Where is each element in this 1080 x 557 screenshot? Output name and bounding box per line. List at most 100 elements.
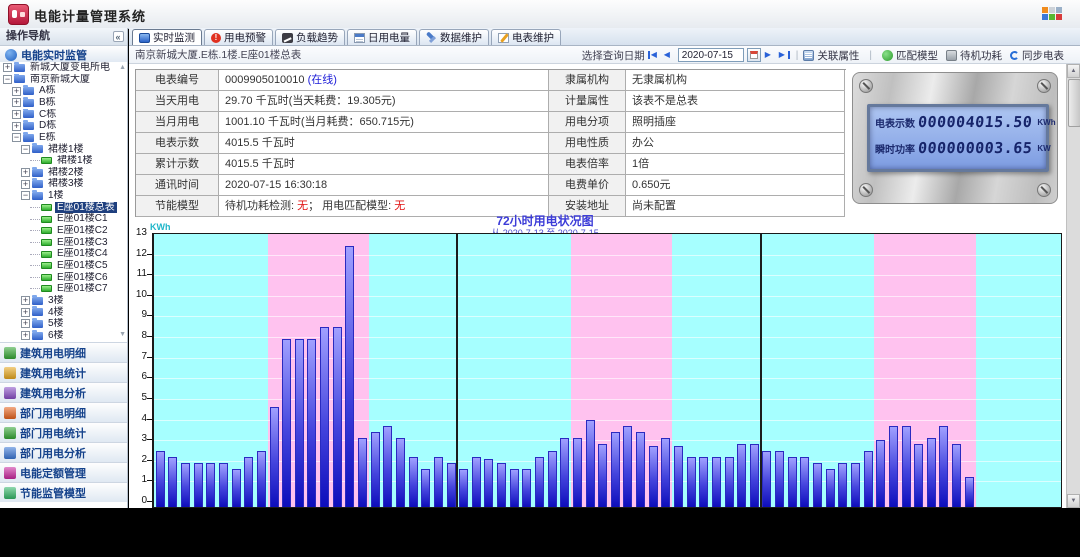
expand-icon[interactable]: + xyxy=(12,87,21,96)
screw-icon xyxy=(859,183,873,197)
y-tick-label: 1 xyxy=(131,474,147,485)
waffle-cell xyxy=(1056,14,1062,20)
date-input[interactable] xyxy=(678,48,744,62)
expand-icon[interactable]: + xyxy=(12,122,21,131)
first-date-button[interactable] xyxy=(648,50,660,60)
waffle-cell xyxy=(1049,7,1055,13)
tree-item-E座01楼C5[interactable]: E座01楼C5 xyxy=(0,260,127,272)
expand-icon[interactable]: + xyxy=(21,308,30,317)
expand-icon[interactable]: + xyxy=(21,319,30,328)
bar-2020-7-14-h19 xyxy=(699,457,708,507)
tree-connector xyxy=(30,160,40,161)
apps-grid-icon[interactable] xyxy=(1042,7,1062,20)
collapse-icon[interactable]: − xyxy=(12,133,21,142)
sidebar-sections: 建筑用电明细建筑用电统计建筑用电分析部门用电明细部门用电统计部门用电分析电能定额… xyxy=(0,342,127,502)
bar-2020-7-14-h11 xyxy=(598,444,607,507)
lcd-label: 瞬时功率 xyxy=(875,141,915,156)
sidebar-section-电能定额管理[interactable]: 电能定额管理 xyxy=(0,462,127,482)
collapse-icon[interactable]: − xyxy=(21,191,30,200)
bar-2020-7-14-h8 xyxy=(560,438,569,507)
scroll-up-icon[interactable]: ▲ xyxy=(1067,64,1080,78)
tree-item-E座01楼C2[interactable]: E座01楼C2 xyxy=(0,225,127,237)
tree-item-E座01楼C6[interactable]: E座01楼C6 xyxy=(0,272,127,284)
prev-date-button[interactable] xyxy=(663,50,675,60)
action-sync-button[interactable]: 同步电表 xyxy=(1010,48,1064,63)
sidebar-section-建筑用电分析[interactable]: 建筑用电分析 xyxy=(0,382,127,402)
expand-icon[interactable]: + xyxy=(21,168,30,177)
tree-item-裙楼1楼[interactable]: −裙楼1楼 xyxy=(0,143,127,155)
action-link-button[interactable]: 关联属性 xyxy=(803,48,859,63)
sidebar-section-建筑用电统计[interactable]: 建筑用电统计 xyxy=(0,362,127,382)
app-title: 电能计量管理系统 xyxy=(34,6,146,25)
last-date-button[interactable] xyxy=(779,50,791,60)
expand-icon[interactable]: + xyxy=(21,180,30,189)
action-model-button[interactable]: 匹配模型 xyxy=(882,48,938,63)
expand-icon[interactable]: + xyxy=(21,296,30,305)
tree-item-6楼[interactable]: +6楼 xyxy=(0,330,127,342)
collapse-icon[interactable]: − xyxy=(3,75,12,84)
tree-scroll-up-icon[interactable]: ▲ xyxy=(119,64,126,71)
sidebar-section-部门用电统计[interactable]: 部门用电统计 xyxy=(0,422,127,442)
tree-item-裙楼3楼[interactable]: +裙楼3楼 xyxy=(0,178,127,190)
sidebar-section-部门用电明细[interactable]: 部门用电明细 xyxy=(0,402,127,422)
scrollbar-thumb[interactable] xyxy=(1068,79,1080,127)
y-tick-label: 7 xyxy=(131,351,147,362)
bar-2020-7-13-h9 xyxy=(270,407,279,507)
row-value: 该表不是总表 xyxy=(626,91,845,112)
next-date-button[interactable] xyxy=(764,50,776,60)
bar-2020-7-13-h3 xyxy=(194,463,203,507)
tab-alert[interactable]: 用电预警 xyxy=(204,29,273,45)
tree-scroll-down-icon[interactable]: ▼ xyxy=(119,331,126,338)
tree-item-C栋[interactable]: +C栋 xyxy=(0,109,127,121)
tree-item-裙楼1楼[interactable]: 裙楼1楼 xyxy=(0,155,127,167)
bar-2020-7-15-h4 xyxy=(813,463,822,507)
folder-icon xyxy=(32,145,43,153)
section-icon xyxy=(4,467,16,479)
tree-item-D栋[interactable]: +D栋 xyxy=(0,120,127,132)
tree-item-B栋[interactable]: +B栋 xyxy=(0,97,127,109)
expand-icon[interactable]: + xyxy=(3,63,12,72)
scroll-down-icon[interactable]: ▼ xyxy=(1067,494,1080,508)
tree-connector xyxy=(30,277,40,278)
vertical-scrollbar[interactable]: ▲ ▼ xyxy=(1066,64,1080,508)
tree-item-E座01楼C1[interactable]: E座01楼C1 xyxy=(0,213,127,225)
tree-item-E座01楼总表[interactable]: E座01楼总表 xyxy=(0,202,127,214)
bar-2020-7-13-h18 xyxy=(383,426,392,507)
section-label: 建筑用电统计 xyxy=(20,365,86,381)
tab-calendar[interactable]: 日用电量 xyxy=(347,29,417,45)
sidebar-section-部门用电分析[interactable]: 部门用电分析 xyxy=(0,442,127,462)
y-tick-label: 13 xyxy=(131,227,147,238)
tree-item-裙楼2楼[interactable]: +裙楼2楼 xyxy=(0,167,127,179)
tree-item-E栋[interactable]: −E栋 xyxy=(0,132,127,144)
tree-item-A栋[interactable]: +A栋 xyxy=(0,85,127,97)
tree-label: E座01楼C5 xyxy=(55,260,110,272)
sidebar-section-建筑用电明细[interactable]: 建筑用电明细 xyxy=(0,342,127,362)
device-tree: +新城大厦变电所电−南京新城大厦+A栋+B栋+C栋+D栋−E栋−裙楼1楼裙楼1楼… xyxy=(0,62,127,342)
sidebar-collapse-button[interactable] xyxy=(113,31,124,42)
bar-2020-7-15-h15 xyxy=(952,444,961,507)
tree-item-3楼[interactable]: +3楼 xyxy=(0,295,127,307)
tree-item-E座01楼C7[interactable]: E座01楼C7 xyxy=(0,283,127,295)
tree-item-E座01楼C4[interactable]: E座01楼C4 xyxy=(0,248,127,260)
tab-edit[interactable]: 电表维护 xyxy=(491,29,561,45)
tree-item-E座01楼C3[interactable]: E座01楼C3 xyxy=(0,237,127,249)
calendar-button[interactable] xyxy=(747,48,761,62)
tree-connector xyxy=(30,265,40,266)
tree-item-4楼[interactable]: +4楼 xyxy=(0,306,127,318)
tab-wrench[interactable]: 数据维护 xyxy=(419,29,489,45)
expand-icon[interactable]: + xyxy=(21,331,30,340)
bar-2020-7-14-h22 xyxy=(737,444,746,507)
expand-icon[interactable]: + xyxy=(12,110,21,119)
row-label: 节能模型 xyxy=(136,196,219,217)
action-standby-button[interactable]: 待机功耗 xyxy=(946,48,1002,63)
expand-icon[interactable]: + xyxy=(12,98,21,107)
collapse-icon[interactable]: − xyxy=(21,145,30,154)
sidebar-section-节能监管模型[interactable]: 节能监管模型 xyxy=(0,482,127,502)
tab-monitor[interactable]: 实时监测 xyxy=(132,29,202,45)
tab-trend[interactable]: 负载趋势 xyxy=(275,29,345,45)
tree-item-1楼[interactable]: −1楼 xyxy=(0,190,127,202)
tree-item-南京新城大厦[interactable]: −南京新城大厦 xyxy=(0,74,127,86)
folder-icon xyxy=(32,308,43,316)
tree-item-5楼[interactable]: +5楼 xyxy=(0,318,127,330)
tree-item-新城大厦变电所电[interactable]: +新城大厦变电所电 xyxy=(0,62,127,74)
